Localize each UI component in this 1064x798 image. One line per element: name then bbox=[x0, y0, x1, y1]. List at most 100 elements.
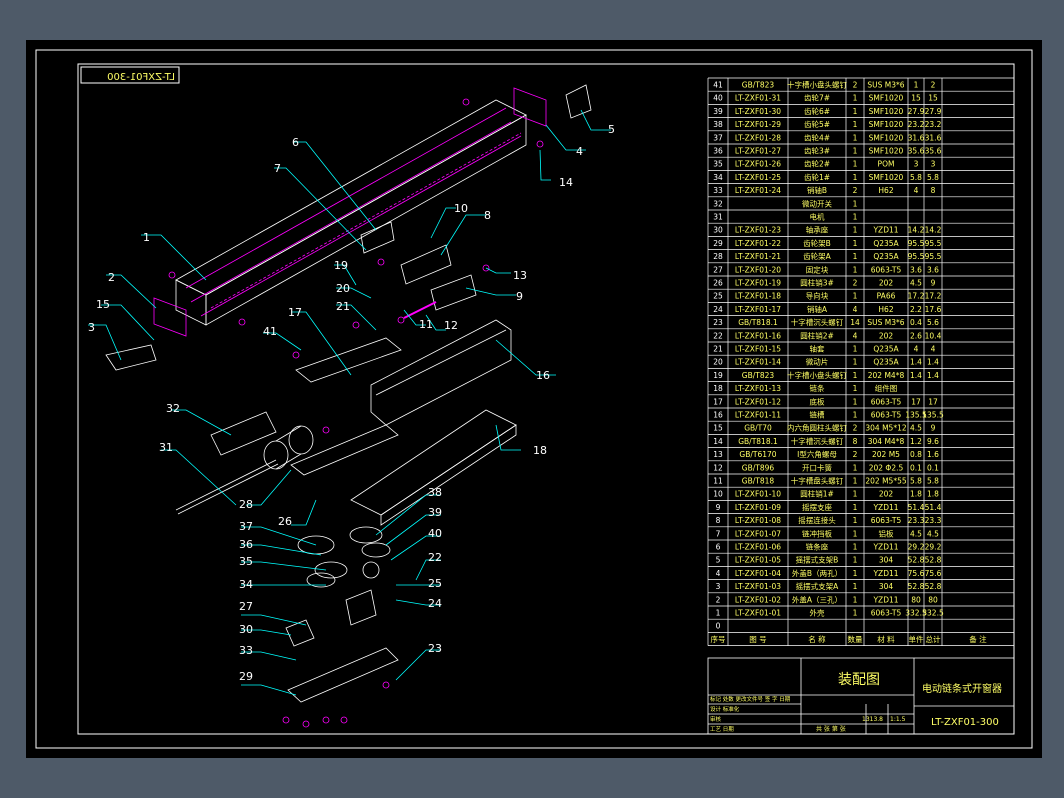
bom-cell: 202 bbox=[879, 490, 894, 499]
bom-cell: YZD11 bbox=[872, 226, 898, 235]
title-row-0: 标记 处数 更改文件号 签 字 日期 bbox=[710, 695, 791, 703]
bom-cell: 6063-T5 bbox=[871, 397, 902, 406]
bom-cell: 7 bbox=[716, 529, 721, 538]
bom-cell: 23.2 bbox=[925, 120, 942, 129]
bom-cell: 十字槽小盘头螺钉 bbox=[787, 370, 847, 380]
bom-cell: 1 bbox=[853, 490, 858, 499]
bom-cell: 十字槽沉头螺钉 bbox=[791, 436, 844, 446]
bom-cell: 1 bbox=[853, 94, 858, 103]
callout-18: 18 bbox=[533, 444, 547, 457]
bom-cell: 齿轮1# bbox=[804, 172, 830, 182]
motor-cable bbox=[175, 459, 277, 511]
bom-cell: 80 bbox=[911, 595, 921, 604]
bom-cell: LT-ZXF01-12 bbox=[735, 397, 781, 406]
bom-cell: 9 bbox=[931, 424, 936, 433]
bom-cell: 2 bbox=[853, 424, 858, 433]
bom-cell: 2 bbox=[853, 450, 858, 459]
bom-cell: 18 bbox=[713, 384, 723, 393]
bom-cell: 1 bbox=[853, 199, 858, 208]
bom-cell: 12 bbox=[713, 463, 723, 472]
bom-cell: 52.8 bbox=[908, 582, 925, 591]
bom-cell: LT-ZXF01-19 bbox=[735, 279, 781, 288]
bom-cell: 95.5 bbox=[925, 239, 942, 248]
bom-cell: 6063-T5 bbox=[871, 609, 902, 618]
bom-cell: Q235A bbox=[873, 358, 899, 367]
bom-cell: 1 bbox=[853, 120, 858, 129]
bom-cell: LT-ZXF01-04 bbox=[735, 569, 781, 578]
bom-cell: 52.8 bbox=[908, 556, 925, 565]
bom-cell: 齿轮架B bbox=[803, 238, 831, 248]
bom-cell: 75.6 bbox=[925, 569, 942, 578]
bom-cell: 6 bbox=[716, 543, 721, 552]
bom-cell: 32 bbox=[713, 199, 723, 208]
end-cap-b bbox=[513, 87, 547, 127]
bom-cell: YZD11 bbox=[872, 503, 898, 512]
bom-cell: LT-ZXF01-21 bbox=[735, 252, 781, 261]
bom-cell: 内六角圆柱头螺钉 bbox=[787, 423, 847, 433]
bom-cell: 轴套 bbox=[810, 344, 825, 354]
bom-cell: 齿轮2# bbox=[804, 159, 830, 169]
bom-cell: 6063-T5 bbox=[871, 265, 902, 274]
bom-cell: 摇摆支座 bbox=[802, 502, 832, 512]
bom-cell: 2 bbox=[853, 279, 858, 288]
bom-cell: 5.8 bbox=[927, 477, 939, 486]
bom-cell: 外壳 bbox=[810, 608, 825, 618]
callout-28: 28 bbox=[239, 498, 253, 511]
bom-cell: 1 bbox=[853, 503, 858, 512]
bom-cell: 95.5 bbox=[908, 239, 925, 248]
bom-cell: 开口卡簧 bbox=[802, 462, 832, 472]
bom-cell: 1 bbox=[853, 529, 858, 538]
bom-cell: 14 bbox=[713, 437, 723, 446]
title-row-2: 审核 bbox=[710, 715, 722, 723]
bom-cell: 微动开关 bbox=[802, 198, 832, 208]
bom-cell: 1.4 bbox=[910, 371, 922, 380]
bom-cell: 24 bbox=[713, 305, 723, 314]
title-sheet: 共 张 第 张 bbox=[816, 725, 846, 733]
callout-10: 10 bbox=[454, 202, 468, 215]
bom-cell: 14 bbox=[850, 318, 860, 327]
bom-cell: 304 M5*12 bbox=[865, 424, 906, 433]
bom-cell: LT-ZXF01-15 bbox=[735, 345, 781, 354]
bom-cell: 1 bbox=[853, 582, 858, 591]
micro-switch bbox=[210, 411, 277, 456]
housing-part bbox=[175, 99, 527, 326]
bom-cell: 1 bbox=[853, 358, 858, 367]
bom-cell: 23.3 bbox=[925, 516, 942, 525]
callout-numbers: 1 2 3 4 5 6 7 8 9 10 11 12 13 14 15 16 1… bbox=[88, 123, 615, 683]
callout-37: 37 bbox=[239, 520, 253, 533]
bom-cell: 17.2 bbox=[908, 292, 925, 301]
bom-cell: 52.8 bbox=[925, 582, 942, 591]
callout-6: 6 bbox=[292, 136, 299, 149]
bom-cell: 铝板 bbox=[879, 528, 894, 538]
bom-cell: 1 bbox=[853, 543, 858, 552]
bom-header-cell: 序号 bbox=[711, 634, 726, 644]
bom-header-cell: 名 称 bbox=[808, 634, 826, 644]
bom-cell: POM bbox=[878, 160, 895, 169]
bom-cell: H62 bbox=[878, 305, 893, 314]
callout-2: 2 bbox=[108, 271, 115, 284]
bom-cell: LT-ZXF01-29 bbox=[735, 120, 781, 129]
bom-cell: 1 bbox=[853, 226, 858, 235]
bom-cell: LT-ZXF01-20 bbox=[735, 265, 781, 274]
callout-25: 25 bbox=[428, 577, 442, 590]
bom-cell: 15 bbox=[713, 424, 723, 433]
bom-cell: 2 bbox=[931, 81, 936, 90]
bom-cell: 5.8 bbox=[927, 173, 939, 182]
bom-cell: 1.8 bbox=[927, 490, 939, 499]
bom-cell: 17.6 bbox=[925, 305, 942, 314]
bom-cell: 4 bbox=[914, 345, 919, 354]
mirrored-drawing-number-text: LT-ZXF01-300 bbox=[107, 72, 175, 83]
bom-cell: 15 bbox=[911, 94, 921, 103]
bom-cell: Q235A bbox=[873, 252, 899, 261]
gear-carrier-a bbox=[290, 424, 399, 476]
bom-cell: GB/T896 bbox=[742, 463, 775, 472]
bom-cell: 1 bbox=[853, 252, 858, 261]
bom-cell: 2 bbox=[716, 595, 721, 604]
bom-cell: GB/T823 bbox=[742, 81, 775, 90]
callout-4: 4 bbox=[576, 145, 583, 158]
end-cap-a bbox=[153, 297, 187, 337]
bom-cell: 链条座 bbox=[806, 542, 829, 552]
callout-30: 30 bbox=[239, 623, 253, 636]
bom-cell: 1.4 bbox=[927, 371, 939, 380]
title-drawing-number: LT-ZXF01-300 bbox=[931, 717, 999, 728]
